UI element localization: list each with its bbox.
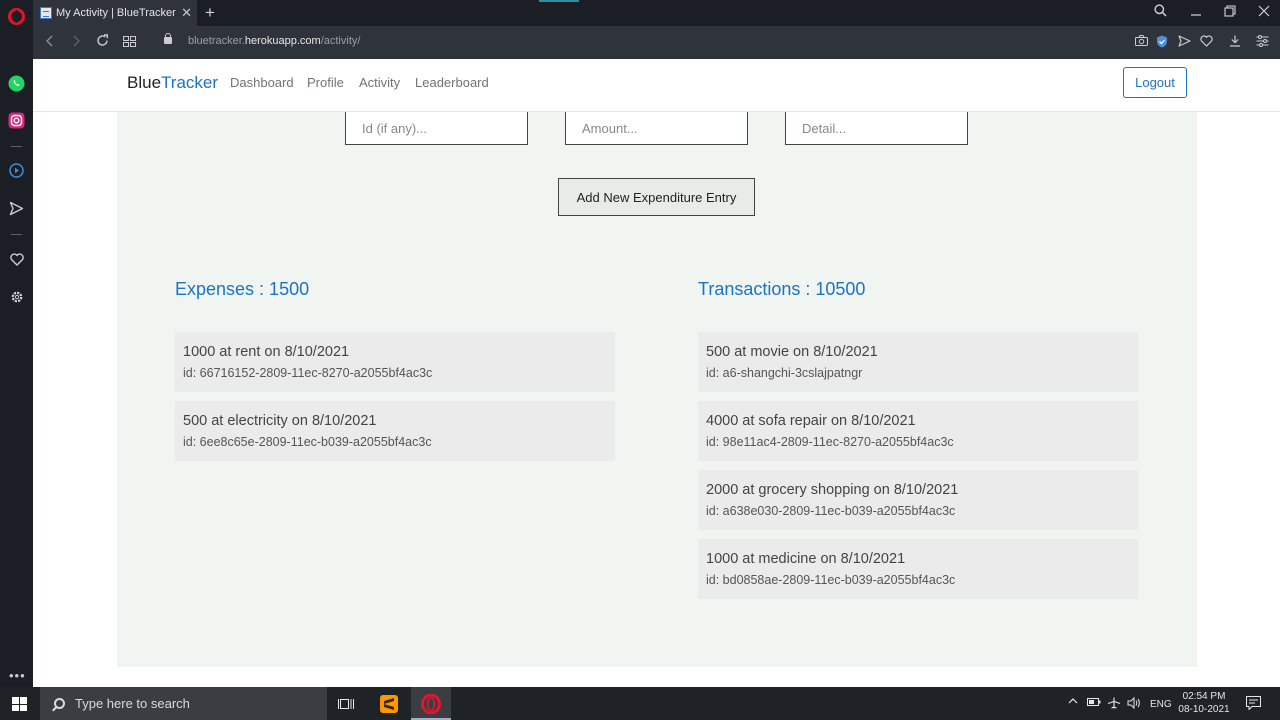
nav-link-activity[interactable]: Activity xyxy=(359,75,400,91)
nav-link-leaderboard[interactable]: Leaderboard xyxy=(415,75,489,91)
tabs-grid-icon[interactable] xyxy=(123,34,136,50)
transaction-entry: 4000 at sofa repair on 8/10/2021 id: 98e… xyxy=(698,401,1138,461)
tab-close-icon[interactable]: ✕ xyxy=(181,5,192,21)
tab-active[interactable]: My Activity | BlueTracker ✕ xyxy=(33,0,197,26)
brand-logo[interactable]: BlueTracker xyxy=(127,73,218,93)
brand-part-1: Blue xyxy=(127,73,162,92)
expense-entry: 500 at electricity on 8/10/2021 id: 6ee8… xyxy=(175,401,615,461)
clock-date: 08-10-2021 xyxy=(1178,704,1230,715)
expenses-heading: Expenses : 1500 xyxy=(175,279,310,299)
taskbar-search-placeholder: Type here to search xyxy=(75,696,190,711)
sidebar-divider xyxy=(11,146,22,147)
send-icon[interactable] xyxy=(8,200,25,217)
url-path: /activity/ xyxy=(320,35,361,47)
battery-icon[interactable] xyxy=(1087,697,1101,711)
transaction-entry: 500 at movie on 8/10/2021 id: a6-shangch… xyxy=(698,332,1138,392)
opera-logo[interactable] xyxy=(8,8,25,25)
url-host-main: herokuapp.com xyxy=(244,35,321,47)
web-page: BlueTracker Dashboard Profile Activity L… xyxy=(33,59,1280,687)
entry-id: id: bd0858ae-2809-11ec-b039-a2055bf4ac3c xyxy=(706,573,956,587)
volume-icon[interactable] xyxy=(1127,696,1141,713)
entry-id: id: 6ee8c65e-2809-11ec-b039-a2055bf4ac3c xyxy=(183,435,432,449)
logout-button[interactable]: Logout xyxy=(1123,67,1187,98)
address-bar: bluetracker.herokuapp.com/activity/ xyxy=(33,26,1280,59)
entry-id: id: a6-shangchi-3cslajpatngr xyxy=(706,366,863,380)
minimize-icon[interactable] xyxy=(1190,4,1202,21)
lock-icon[interactable] xyxy=(164,33,172,44)
entry-title: 1000 at medicine on 8/10/2021 xyxy=(706,551,906,567)
search-icon xyxy=(54,698,65,709)
entry-title: 2000 at grocery shopping on 8/10/2021 xyxy=(706,482,959,498)
sublime-icon[interactable] xyxy=(379,687,399,720)
entry-title: 500 at electricity on 8/10/2021 xyxy=(183,413,377,429)
whatsapp-icon[interactable] xyxy=(8,75,25,92)
detail-input[interactable]: Detail... xyxy=(785,112,968,145)
close-window-icon[interactable] xyxy=(1258,4,1270,21)
easy-setup-icon[interactable] xyxy=(1256,35,1269,50)
windows-logo[interactable] xyxy=(12,697,27,711)
more-icon[interactable]: ••• xyxy=(9,669,26,682)
download-icon[interactable] xyxy=(1229,35,1241,50)
taskbar-search[interactable]: Type here to search xyxy=(40,687,327,720)
settings-icon[interactable] xyxy=(8,288,25,305)
entry-id: id: 98e11ac4-2809-11ec-8270-a2055bf4ac3c xyxy=(706,435,954,449)
opera-taskbar-icon[interactable] xyxy=(420,687,442,720)
nav-link-profile[interactable]: Profile xyxy=(307,75,344,91)
sidebar-divider xyxy=(11,234,22,235)
url-host-prefix: bluetracker. xyxy=(188,35,245,47)
back-icon[interactable] xyxy=(45,34,55,51)
transaction-entry: 1000 at medicine on 8/10/2021 id: bd0858… xyxy=(698,539,1138,599)
airplane-icon[interactable] xyxy=(1107,697,1121,713)
send-icon[interactable] xyxy=(1178,35,1191,50)
tray-chevron-icon[interactable] xyxy=(1068,697,1078,709)
clock-time: 02:54 PM xyxy=(1182,691,1226,702)
amount-input[interactable]: Amount... xyxy=(565,112,748,145)
tab-favicon-icon xyxy=(40,7,52,19)
entry-title: 4000 at sofa repair on 8/10/2021 xyxy=(706,413,916,429)
tab-bar: My Activity | BlueTracker ✕ + xyxy=(33,0,1280,26)
expense-entry: 1000 at rent on 8/10/2021 id: 66716152-2… xyxy=(175,332,615,392)
notification-icon[interactable] xyxy=(1246,696,1261,714)
player-icon[interactable] xyxy=(8,162,25,179)
entry-title: 500 at movie on 8/10/2021 xyxy=(706,344,878,360)
windows-taskbar: Type here to search ENG 02:54 PM 08-10-2… xyxy=(0,687,1280,720)
heart-icon[interactable] xyxy=(8,251,25,268)
language-indicator[interactable]: ENG xyxy=(1150,699,1172,711)
reload-icon[interactable] xyxy=(96,34,109,50)
instagram-icon[interactable] xyxy=(8,112,25,129)
tab-bar-accent xyxy=(539,0,579,2)
taskbar-clock[interactable]: 02:54 PM 08-10-2021 xyxy=(1178,690,1230,716)
browser-sidebar: ••• xyxy=(0,0,33,687)
entry-id: id: 66716152-2809-11ec-8270-a2055bf4ac3c xyxy=(183,366,433,380)
url-field[interactable]: bluetracker.herokuapp.com/activity/ xyxy=(188,35,360,47)
transactions-heading: Transactions : 10500 xyxy=(698,279,866,299)
entry-title: 1000 at rent on 8/10/2021 xyxy=(183,344,350,360)
id-input[interactable]: Id (if any)... xyxy=(345,112,528,145)
camera-icon[interactable] xyxy=(1135,35,1148,49)
add-expenditure-button[interactable]: Add New Expenditure Entry xyxy=(558,178,755,216)
restore-icon[interactable] xyxy=(1224,4,1236,21)
transaction-entry: 2000 at grocery shopping on 8/10/2021 id… xyxy=(698,470,1138,530)
site-navbar: BlueTracker Dashboard Profile Activity L… xyxy=(33,59,1280,112)
brand-part-2: Tracker xyxy=(161,73,219,92)
new-tab-button[interactable]: + xyxy=(205,3,215,23)
task-view-icon[interactable] xyxy=(336,687,356,720)
nav-link-dashboard[interactable]: Dashboard xyxy=(230,75,294,91)
forward-icon[interactable] xyxy=(71,34,81,51)
activity-content: Id (if any)... Amount... Detail... Add N… xyxy=(117,112,1197,667)
heart-icon[interactable] xyxy=(1200,35,1213,50)
entry-id: id: a638e030-2809-11ec-b039-a2055bf4ac3c xyxy=(706,504,956,518)
tab-title: My Activity | BlueTracker xyxy=(56,7,176,19)
search-icon[interactable] xyxy=(1154,4,1167,21)
shield-icon[interactable] xyxy=(1156,35,1168,51)
